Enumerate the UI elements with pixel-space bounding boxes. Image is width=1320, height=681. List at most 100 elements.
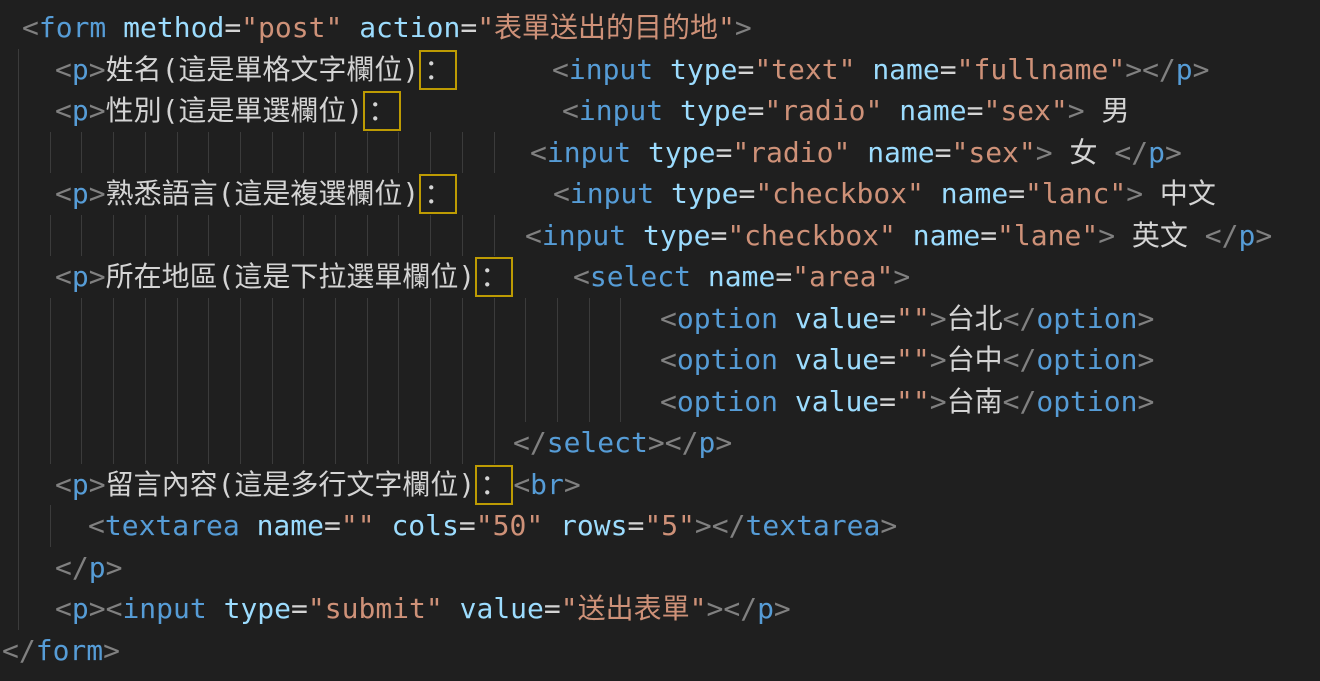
- indent-guide: [430, 381, 431, 423]
- code-segment: </p>: [55, 547, 122, 589]
- code-line[interactable]: </p>: [0, 547, 1320, 589]
- attribute-name-token: name: [867, 136, 934, 169]
- string-token: "lanc": [1025, 177, 1126, 210]
- equals-token: =: [737, 53, 754, 86]
- tag-name-token: textarea: [746, 509, 881, 542]
- unicode-highlight-box: ：: [475, 465, 513, 505]
- punctuation-token: </: [665, 426, 699, 459]
- punctuation-token: >: [1193, 53, 1210, 86]
- punctuation-token: >: [89, 468, 106, 501]
- code-line[interactable]: <form method="post" action="表單送出的目的地">: [0, 7, 1320, 49]
- indent-guide: [177, 215, 178, 257]
- indent-guide: [81, 339, 82, 381]
- code-line[interactable]: <p>性別(這是單選欄位)：<input type="radio" name="…: [0, 90, 1320, 132]
- text-token: 英文: [1115, 219, 1205, 252]
- indent-guide: [272, 381, 273, 423]
- indent-guide: [145, 215, 146, 257]
- indent-guide: [525, 298, 526, 340]
- indent-guide: [462, 381, 463, 423]
- tag-name-token: p: [89, 551, 106, 584]
- indent-guide: [18, 90, 19, 132]
- indent-guide: [303, 381, 304, 423]
- punctuation-token: >: [774, 592, 791, 625]
- attribute-name-token: type: [670, 53, 737, 86]
- indent-guide: [177, 381, 178, 423]
- tag-name-token: input: [542, 219, 626, 252]
- code-line[interactable]: <option value="">台中</option>: [0, 339, 1320, 381]
- equals-token: =: [879, 343, 896, 376]
- indent-guide: [240, 132, 241, 174]
- tag-name-token: p: [72, 53, 89, 86]
- tag-name-token: option: [677, 343, 778, 376]
- indent-guide: [18, 215, 19, 257]
- code-segment: <input type="text" name="fullname"></p>: [552, 49, 1210, 91]
- punctuation-token: <: [552, 53, 569, 86]
- code-line[interactable]: </select></p>: [0, 422, 1320, 464]
- indent-guide: [272, 422, 273, 464]
- indent-guide: [303, 215, 304, 257]
- code-line[interactable]: <option value="">台南</option>: [0, 381, 1320, 423]
- code-line[interactable]: <p><input type="submit" value="送出表單"></p…: [0, 588, 1320, 630]
- punctuation-token: >: [930, 302, 947, 335]
- tag-name-token: option: [1036, 385, 1137, 418]
- punctuation-token: >: [893, 260, 910, 293]
- punctuation-token: >: [1125, 53, 1142, 86]
- code-line[interactable]: <textarea name="" cols="50" rows="5"></t…: [0, 505, 1320, 547]
- tag-name-token: p: [698, 426, 715, 459]
- attribute-name-token: cols: [391, 509, 458, 542]
- indent-guide: [18, 132, 19, 174]
- punctuation-token: >: [1138, 302, 1155, 335]
- indent-guide: [18, 464, 19, 506]
- code-line[interactable]: <input type="radio" name="sex"> 女 </p>: [0, 132, 1320, 174]
- code-line[interactable]: <input type="checkbox" name="lane"> 英文 <…: [0, 215, 1320, 257]
- indent-guide: [398, 422, 399, 464]
- code-line[interactable]: <p>所在地區(這是下拉選單欄位)：<select name="area">: [0, 256, 1320, 298]
- code-line[interactable]: <option value="">台北</option>: [0, 298, 1320, 340]
- punctuation-token: >: [564, 468, 581, 501]
- indent-guide: [303, 339, 304, 381]
- punctuation-token: <: [88, 509, 105, 542]
- indent-guide: [177, 422, 178, 464]
- indent-guide: [18, 505, 19, 547]
- punctuation-token: </: [712, 509, 746, 542]
- text-token: [778, 302, 795, 335]
- attribute-name-token: type: [648, 136, 715, 169]
- attribute-name-token: value: [795, 343, 879, 376]
- indent-guide: [272, 215, 273, 257]
- code-line[interactable]: <p>熟悉語言(這是複選欄位)：<input type="checkbox" n…: [0, 173, 1320, 215]
- indent-guide: [303, 298, 304, 340]
- indent-guide: [113, 381, 114, 423]
- indent-guide: [18, 547, 19, 589]
- text-token: [375, 509, 392, 542]
- string-token: "post": [241, 11, 342, 44]
- indent-guide: [462, 422, 463, 464]
- indent-guide: [367, 381, 368, 423]
- code-line[interactable]: </form>: [0, 630, 1320, 672]
- code-line[interactable]: <p>留言內容(這是多行文字欄位)：<br>: [0, 464, 1320, 506]
- text-token: [691, 260, 708, 293]
- equals-token: =: [980, 219, 997, 252]
- punctuation-token: <: [55, 53, 72, 86]
- code-editor[interactable]: <form method="post" action="表單送出的目的地"><p…: [0, 0, 1320, 681]
- string-token: "radio": [764, 94, 882, 127]
- text-token: [631, 136, 648, 169]
- indent-guide: [113, 339, 114, 381]
- equals-token: =: [627, 509, 644, 542]
- punctuation-token: >: [715, 426, 732, 459]
- text-token: 台北: [947, 302, 1003, 335]
- tag-name-token: p: [1148, 136, 1165, 169]
- indent-guide: [145, 298, 146, 340]
- code-line[interactable]: <p>姓名(這是單格文字欄位)：<input type="text" name=…: [0, 49, 1320, 91]
- equals-token: =: [879, 302, 896, 335]
- indent-guide: [494, 215, 495, 257]
- indent-guide: [335, 298, 336, 340]
- indent-guide: [494, 298, 495, 340]
- attribute-name-token: type: [224, 592, 291, 625]
- indent-guide: [525, 339, 526, 381]
- punctuation-token: >: [695, 509, 712, 542]
- code-segment: <p>性別(這是單選欄位)：: [55, 90, 401, 132]
- tag-name-token: input: [570, 177, 654, 210]
- tag-name-token: input: [569, 53, 653, 86]
- punctuation-token: >: [1138, 385, 1155, 418]
- punctuation-token: <: [562, 94, 579, 127]
